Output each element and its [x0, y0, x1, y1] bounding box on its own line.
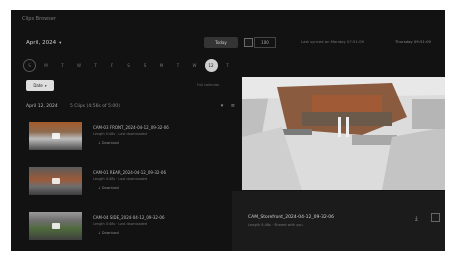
- player-title: CAM_Storefront_2024-04-12_09-32-06: [248, 215, 335, 220]
- day-7[interactable]: S: [122, 59, 135, 72]
- sort-dropdown[interactable]: Date ▾: [26, 80, 54, 91]
- download-link[interactable]: ↓ Download: [98, 141, 119, 145]
- clip-list: CAM-03 FRONT_2024-04-12_09-32-06 Length …: [22, 122, 244, 251]
- day-6[interactable]: F: [106, 59, 119, 72]
- day-1[interactable]: S: [23, 59, 36, 72]
- player-subtitle: Length 0:48s · Shared with you: [248, 223, 303, 227]
- today-button[interactable]: Today: [204, 37, 238, 48]
- download-link[interactable]: ↓ Download: [98, 186, 119, 190]
- status-date: Thursday 09:51:09: [395, 39, 431, 44]
- day-3[interactable]: T: [56, 59, 69, 72]
- day-2[interactable]: M: [40, 59, 53, 72]
- day-strip: S M T W T F S S M T W 12 T: [23, 59, 239, 73]
- day-9[interactable]: M: [155, 59, 168, 72]
- day-5[interactable]: T: [89, 59, 102, 72]
- play-icon: [51, 178, 60, 184]
- group-actions-icon[interactable]: ▾ ≡: [221, 103, 238, 109]
- clip-subtitle: Length 0:48s · Last downloaded: [93, 132, 148, 136]
- clip-title: CAM-04 SIDE_2024-04-12_09-32-06: [93, 215, 165, 220]
- clip-item[interactable]: CAM-01 REAR_2024-04-12_09-32-06 Length 0…: [22, 167, 240, 207]
- chevron-down-icon: ▾: [59, 41, 62, 46]
- day-10[interactable]: T: [172, 59, 185, 72]
- player-info-panel: CAM_Storefront_2024-04-12_09-32-06 Lengt…: [232, 191, 445, 251]
- month-selector[interactable]: April, 2024 ▾: [26, 40, 61, 46]
- clip-item[interactable]: CAM-03 FRONT_2024-04-12_09-32-06 Length …: [22, 122, 240, 162]
- download-link[interactable]: ↓ Download: [98, 231, 119, 235]
- window-title: Clips Browser: [22, 16, 56, 22]
- clip-thumbnail[interactable]: [29, 212, 82, 240]
- play-icon: [51, 133, 60, 139]
- sync-status: Last synced on Monday 07:51:09: [301, 39, 364, 44]
- sort-label: Date: [33, 83, 43, 88]
- clip-item[interactable]: CAM-04 SIDE_2024-04-12_09-32-06 Length 0…: [22, 212, 240, 251]
- day-12[interactable]: 12: [204, 59, 218, 72]
- day-8[interactable]: S: [139, 59, 152, 72]
- toggle-checkbox[interactable]: [244, 38, 253, 47]
- video-frame: [242, 77, 445, 190]
- video-player[interactable]: [242, 77, 445, 190]
- day-11[interactable]: W: [188, 59, 201, 72]
- clip-subtitle: Length 0:48s · Last downloaded: [93, 222, 148, 226]
- day-4[interactable]: W: [73, 59, 86, 72]
- group-header: April 12, 2024 5 Clips (4:56s of 5:00) ▾…: [26, 103, 238, 114]
- play-icon: [51, 223, 60, 229]
- count-field[interactable]: 100: [254, 37, 276, 48]
- full-calendar-link[interactable]: Full calendar: [197, 83, 219, 87]
- month-label: April, 2024: [26, 40, 57, 46]
- clip-title: CAM-01 REAR_2024-04-12_09-32-06: [93, 170, 167, 175]
- download-icon[interactable]: ⤓: [415, 215, 418, 223]
- clip-thumbnail[interactable]: [29, 122, 82, 150]
- chevron-down-icon: ▾: [44, 84, 47, 88]
- day-13[interactable]: T: [221, 59, 234, 72]
- group-meta: 5 Clips (4:56s of 5:00): [70, 104, 120, 109]
- clip-thumbnail[interactable]: [29, 167, 82, 195]
- clip-subtitle: Length 0:48s · Last downloaded: [93, 177, 148, 181]
- expand-icon[interactable]: [431, 213, 440, 222]
- group-date: April 12, 2024: [26, 104, 58, 109]
- clip-title: CAM-03 FRONT_2024-04-12_09-32-06: [93, 125, 169, 130]
